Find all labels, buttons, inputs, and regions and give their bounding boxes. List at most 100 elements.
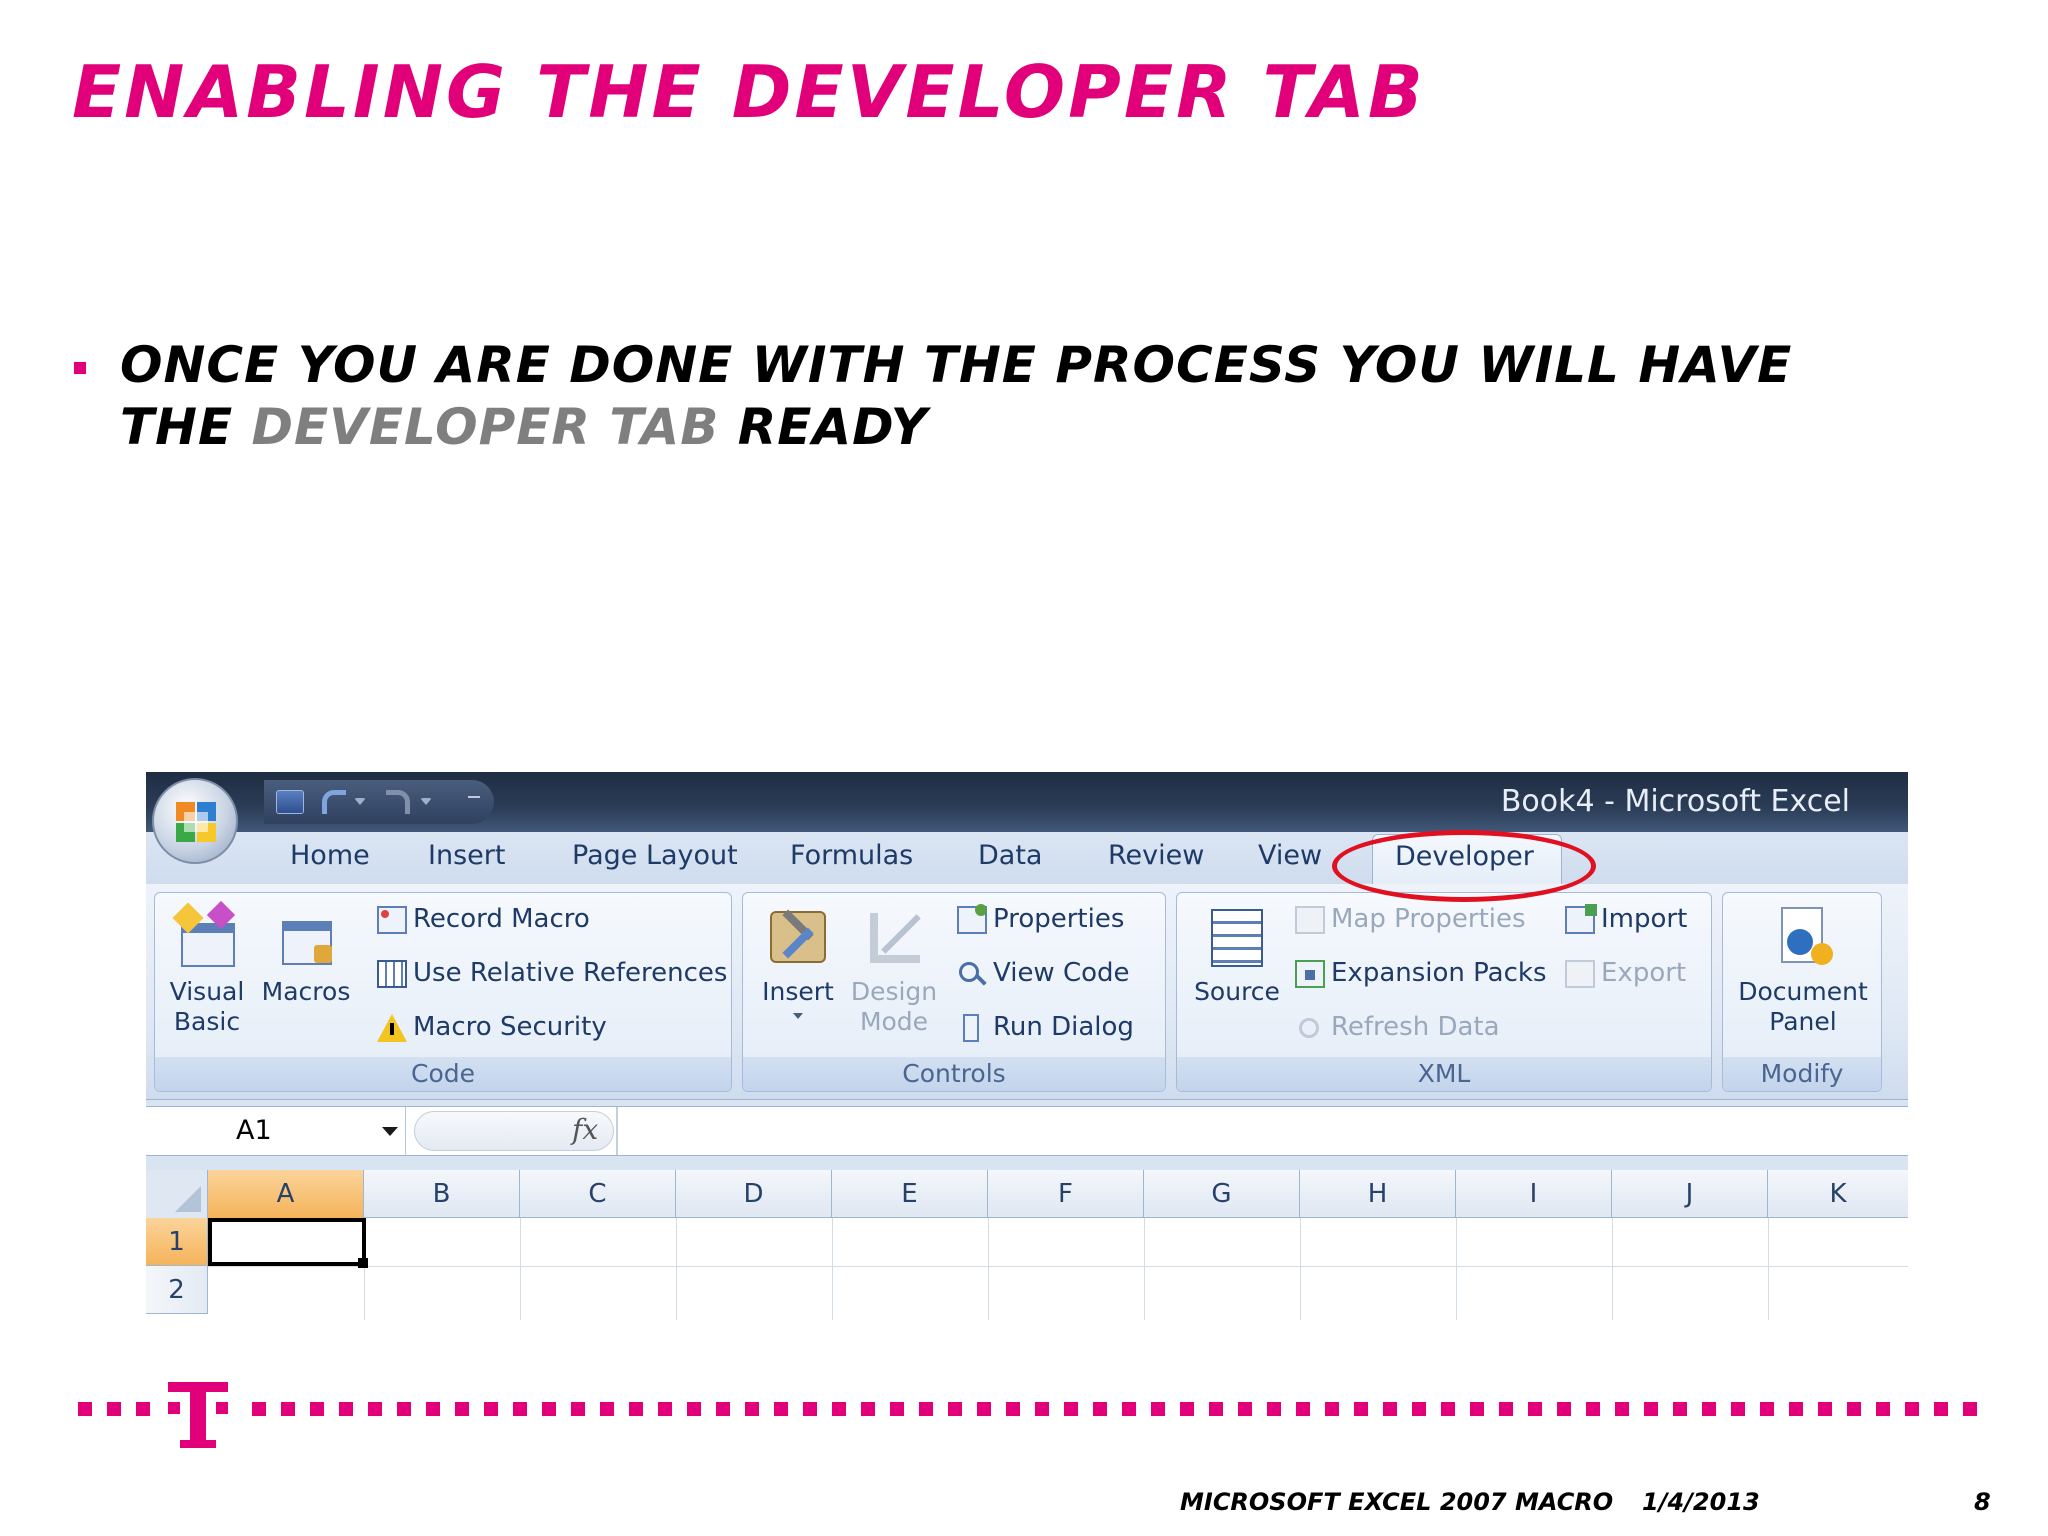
expansion-packs-button[interactable]: Expansion Packs — [1295, 955, 1547, 991]
fill-handle[interactable] — [358, 1258, 368, 1268]
group-controls: Insert Design Mode Properties View Code … — [742, 892, 1166, 1092]
group-code-label: Code — [155, 1057, 731, 1091]
column-header-b[interactable]: B — [364, 1170, 520, 1218]
design-mode-button[interactable]: Design Mode — [849, 905, 939, 1037]
footer-dot — [1470, 1402, 1484, 1416]
footer-course-title: Microsoft Excel 2007 Macro — [1180, 1488, 1614, 1516]
run-dialog-icon — [957, 1013, 987, 1042]
undo-icon[interactable] — [322, 790, 346, 814]
gridline — [988, 1218, 989, 1320]
properties-icon — [957, 903, 987, 934]
visual-basic-label-1: Visual — [169, 977, 245, 1006]
export-button[interactable]: Export — [1565, 955, 1686, 991]
redo-dropdown-icon[interactable] — [420, 798, 432, 805]
undo-dropdown-icon[interactable] — [354, 798, 366, 805]
window-title: Book4 - Microsoft Excel — [1500, 784, 1850, 819]
macros-button[interactable]: Macros — [261, 905, 351, 1007]
column-header-e[interactable]: E — [832, 1170, 988, 1218]
footer-dotted-line — [78, 1402, 1978, 1422]
footer-dot — [1122, 1402, 1136, 1416]
refresh-data-button[interactable]: Refresh Data — [1295, 1009, 1500, 1045]
gridline — [1768, 1218, 1769, 1320]
column-header-a[interactable]: A — [208, 1170, 364, 1218]
row-header-1[interactable]: 1 — [146, 1218, 208, 1266]
footer-dot — [252, 1402, 266, 1416]
footer-dot — [1615, 1402, 1629, 1416]
footer-dot — [1731, 1402, 1745, 1416]
insert-dropdown-icon[interactable] — [793, 1013, 803, 1019]
insert-function-icon[interactable]: fx — [572, 1113, 598, 1146]
column-header-g[interactable]: G — [1144, 1170, 1300, 1218]
office-logo-icon — [176, 802, 216, 842]
tab-home[interactable]: Home — [290, 840, 370, 871]
column-header-d[interactable]: D — [676, 1170, 832, 1218]
tab-view[interactable]: View — [1258, 840, 1322, 871]
insert-control-button[interactable]: Insert — [755, 905, 841, 1019]
footer-dot — [861, 1402, 875, 1416]
office-button[interactable] — [152, 778, 238, 864]
macro-security-button[interactable]: Macro Security — [377, 1009, 607, 1045]
group-modify: Document Panel Modify — [1722, 892, 1882, 1092]
footer-dot — [1064, 1402, 1078, 1416]
footer-dot — [1847, 1402, 1861, 1416]
map-properties-icon — [1295, 905, 1325, 934]
visual-basic-button[interactable]: Visual Basic — [167, 900, 247, 1037]
column-header-j[interactable]: J — [1612, 1170, 1768, 1218]
select-all-corner[interactable] — [146, 1170, 208, 1218]
excel-screenshot: Book4 - Microsoft Excel Home Insert Page… — [146, 772, 1908, 1320]
customize-qat-icon[interactable] — [468, 796, 480, 808]
properties-button[interactable]: Properties — [957, 901, 1124, 937]
view-code-button[interactable]: View Code — [957, 955, 1130, 991]
import-label: Import — [1601, 904, 1688, 934]
name-box[interactable]: A1 — [146, 1107, 406, 1155]
save-icon[interactable] — [276, 790, 304, 814]
quick-access-toolbar — [264, 780, 494, 824]
column-header-c[interactable]: C — [520, 1170, 676, 1218]
record-macro-button[interactable]: Record Macro — [377, 901, 590, 937]
footer-dot — [1180, 1402, 1194, 1416]
gridline — [520, 1218, 521, 1320]
column-header-f[interactable]: F — [988, 1170, 1144, 1218]
footer-dot — [339, 1402, 353, 1416]
map-properties-button[interactable]: Map Properties — [1295, 901, 1526, 937]
source-button[interactable]: Source — [1187, 905, 1287, 1007]
tab-data[interactable]: Data — [978, 840, 1042, 871]
tab-formulas[interactable]: Formulas — [790, 840, 913, 871]
tab-insert[interactable]: Insert — [428, 840, 505, 871]
footer-dot — [687, 1402, 701, 1416]
footer-dot — [484, 1402, 498, 1416]
run-dialog-button[interactable]: Run Dialog — [957, 1009, 1134, 1045]
tab-review[interactable]: Review — [1108, 840, 1204, 871]
use-relative-references-button[interactable]: Use Relative References — [377, 955, 727, 991]
column-header-i[interactable]: I — [1456, 1170, 1612, 1218]
footer-dot — [716, 1402, 730, 1416]
design-mode-label-1: Design — [850, 977, 938, 1006]
group-xml-label: XML — [1177, 1057, 1711, 1091]
import-icon — [1565, 903, 1597, 934]
footer-dot — [629, 1402, 643, 1416]
active-cell-a1[interactable] — [208, 1218, 366, 1266]
source-icon — [1205, 905, 1269, 969]
import-button[interactable]: Import — [1565, 901, 1687, 937]
footer-dot — [397, 1402, 411, 1416]
footer-dot — [1963, 1402, 1977, 1416]
footer-dot — [368, 1402, 382, 1416]
gridline — [1456, 1218, 1457, 1320]
redo-icon[interactable] — [386, 790, 410, 814]
gridline — [208, 1266, 1908, 1267]
footer-dot — [1818, 1402, 1832, 1416]
warning-icon — [377, 1013, 407, 1042]
footer-dot — [1267, 1402, 1281, 1416]
name-box-dropdown-icon[interactable] — [382, 1127, 398, 1136]
column-header-h[interactable]: H — [1300, 1170, 1456, 1218]
row-header-2[interactable]: 2 — [146, 1266, 208, 1314]
footer-dot — [948, 1402, 962, 1416]
footer-dot — [426, 1402, 440, 1416]
document-panel-button[interactable]: Document Panel — [1729, 905, 1877, 1037]
tab-page-layout[interactable]: Page Layout — [572, 840, 738, 871]
column-header-k[interactable]: K — [1768, 1170, 1908, 1218]
footer-dot — [571, 1402, 585, 1416]
insert-control-icon — [766, 905, 830, 969]
footer-dot — [1441, 1402, 1455, 1416]
footer-dot — [1325, 1402, 1339, 1416]
